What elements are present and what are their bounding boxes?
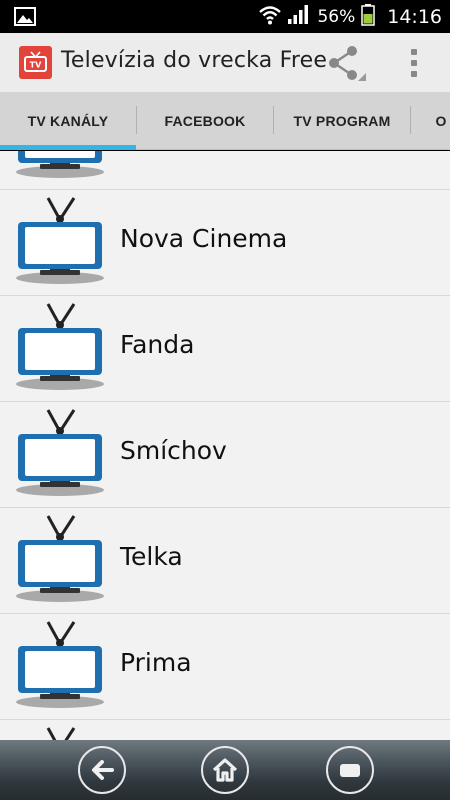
tab-tv-kanaly[interactable]: TV KANÁLY <box>0 92 136 149</box>
tab-tv-program[interactable]: TV PROGRAM <box>274 92 410 149</box>
tv-icon <box>14 726 106 740</box>
clock: 14:16 <box>387 5 442 28</box>
share-icon[interactable] <box>326 43 368 83</box>
menu-dot <box>411 60 417 66</box>
action-bar: TV Televízia do vrecka Free <box>0 33 450 92</box>
tv-icon <box>14 196 106 288</box>
battery-percent: 56% <box>317 6 356 27</box>
wifi-icon <box>259 5 282 29</box>
list-item[interactable]: Telka <box>0 508 450 614</box>
menu-dot <box>411 49 417 55</box>
tv-icon <box>14 514 106 606</box>
channel-name: Telka <box>120 542 183 571</box>
menu-dot <box>411 71 417 77</box>
channel-name: Nova Cinema <box>120 224 288 253</box>
navigation-bar <box>0 740 450 800</box>
tv-app-icon[interactable]: TV <box>19 46 52 79</box>
tv-icon <box>14 151 106 182</box>
tab-o[interactable]: O <box>411 92 450 149</box>
svg-text:TV: TV <box>30 61 42 70</box>
status-bar: 56% 14:16 <box>0 0 450 33</box>
image-notification-icon <box>14 7 36 30</box>
list-item[interactable] <box>0 151 450 190</box>
tv-icon <box>14 302 106 394</box>
list-item[interactable]: Nova Cinema <box>0 190 450 296</box>
recent-apps-icon[interactable] <box>326 746 374 794</box>
channel-name: Smíchov <box>120 436 227 465</box>
tv-icon <box>14 620 106 712</box>
list-item[interactable] <box>0 720 450 740</box>
channel-name: Fanda <box>120 330 195 359</box>
list-item[interactable]: Smíchov <box>0 402 450 508</box>
tab-bar: TV KANÁLY FACEBOOK TV PROGRAM O <box>0 92 450 150</box>
back-icon[interactable] <box>78 746 126 794</box>
list-item[interactable]: Fanda <box>0 296 450 402</box>
channel-name: Prima <box>120 648 192 677</box>
channel-list[interactable]: Nova Cinema Fanda Smíchov Telka Prima <box>0 151 450 740</box>
tab-facebook[interactable]: FACEBOOK <box>137 92 273 149</box>
home-icon[interactable] <box>201 746 249 794</box>
battery-icon <box>361 3 375 30</box>
app-title: Televízia do vrecka Free <box>61 48 328 73</box>
selected-tab-indicator <box>0 145 136 150</box>
list-item[interactable]: Prima <box>0 614 450 720</box>
tv-icon <box>14 408 106 500</box>
signal-icon <box>287 4 309 29</box>
overflow-menu-icon[interactable] <box>402 45 426 81</box>
